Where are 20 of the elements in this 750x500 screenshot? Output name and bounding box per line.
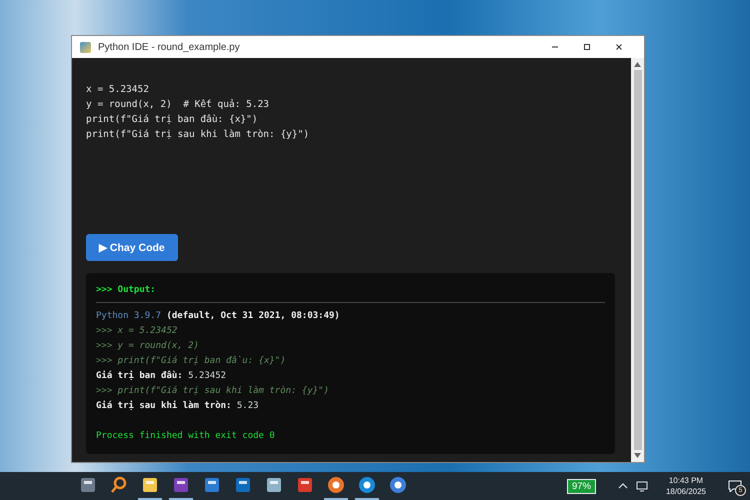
code-line: y = round(x, 2) # Kết quả: 5.23: [86, 98, 270, 112]
clock[interactable]: 10:43 PM 18/06/2025: [666, 475, 706, 497]
echo-line: >>> print(f"Giá trị ban đầu: {x}"): [96, 354, 287, 368]
python-version: Python 3.9.7: [96, 311, 162, 321]
code-line: print(f"Giá trị ban đầu: {x}"): [86, 113, 259, 127]
echo-line: >>> print(f"Giá trị sau khi làm tròn: {y}"): [96, 384, 330, 398]
exit-message: Process finished with exit code 0: [96, 430, 276, 443]
result-value: 5.23452: [188, 371, 226, 381]
result-label: Giá trị sau khi làm tròn:: [96, 401, 232, 411]
battery-indicator[interactable]: 97%: [566, 478, 596, 494]
version-details: (default, Oct 31 2021, 08:03:49): [166, 311, 340, 321]
echo-line: >>> x = 5.23452: [96, 325, 178, 338]
code-line: x = 5.23452: [86, 83, 150, 97]
window-title: Python IDE - round_example.py: [98, 42, 241, 52]
output-header: >>> Output:: [96, 284, 157, 297]
code-line: print(f"Giá trị sau khi làm tròn: {y}"): [86, 128, 310, 142]
result-value: 5.23: [236, 401, 259, 411]
result-label: Giá trị ban đầu:: [96, 371, 183, 381]
echo-line: >>> y = round(x, 2): [96, 340, 200, 353]
run-button[interactable]: ▶ Chay Code: [86, 234, 178, 261]
